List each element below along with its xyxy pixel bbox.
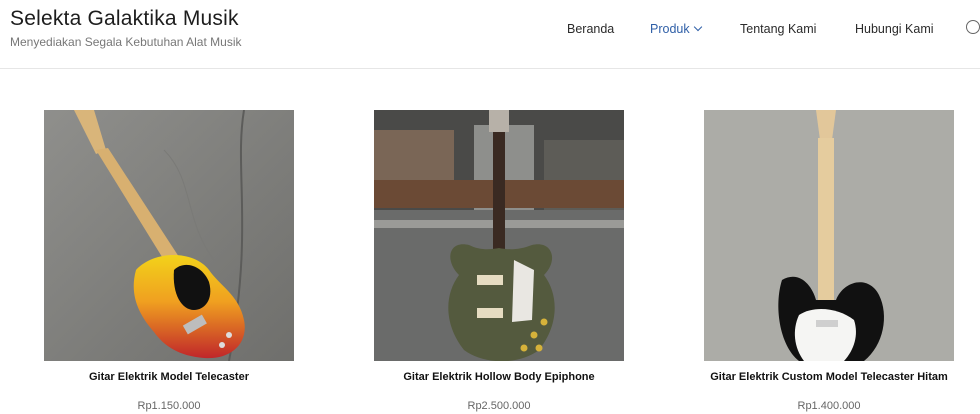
product-price: Rp1.150.000 xyxy=(137,400,201,412)
chevron-down-icon xyxy=(693,22,702,32)
product-price: Rp2.500.000 xyxy=(467,400,531,412)
product-name[interactable]: Gitar Elektrik Model Telecaster xyxy=(44,371,294,383)
guitar-hollow-body-image xyxy=(374,110,624,361)
site-title[interactable]: Selekta Galaktika Musik xyxy=(10,7,239,31)
product-name[interactable]: Gitar Elektrik Custom Model Telecaster H… xyxy=(674,371,980,383)
product-image[interactable] xyxy=(374,110,624,361)
search-icon[interactable] xyxy=(966,20,980,34)
site-header: Selekta Galaktika Musik Menyediakan Sega… xyxy=(0,0,980,69)
site-tagline: Menyediakan Segala Kebutuhan Alat Musik xyxy=(10,35,242,49)
guitar-telecaster-sunburst-image xyxy=(44,110,294,361)
nav-item-tentang-kami[interactable]: Tentang Kami xyxy=(740,22,816,36)
nav-item-produk[interactable]: Produk xyxy=(650,22,702,36)
guitar-telecaster-black-image xyxy=(704,110,954,361)
product-price: Rp1.400.000 xyxy=(797,400,861,412)
product-name[interactable]: Gitar Elektrik Hollow Body Epiphone xyxy=(374,371,624,383)
nav-item-produk-label: Produk xyxy=(650,22,690,36)
product-image[interactable] xyxy=(704,110,954,361)
nav-item-hubungi-kami[interactable]: Hubungi Kami xyxy=(855,22,934,36)
product-image[interactable] xyxy=(44,110,294,361)
nav-item-beranda[interactable]: Beranda xyxy=(567,22,614,36)
